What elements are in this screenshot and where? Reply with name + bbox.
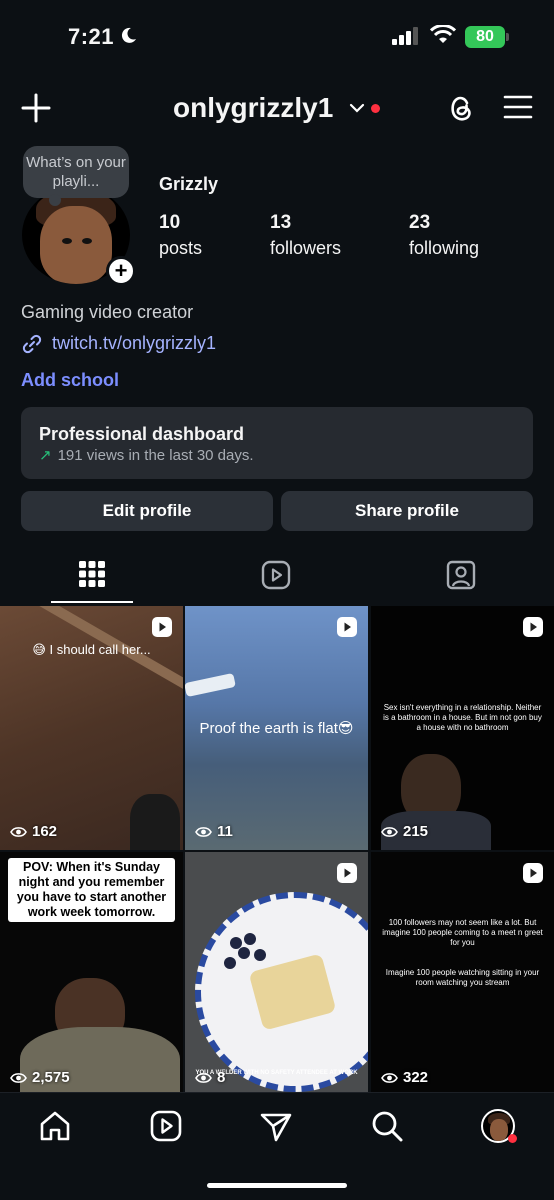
person-thumbnail — [130, 794, 180, 850]
share-profile-button[interactable]: Share profile — [281, 491, 533, 531]
reels-icon — [523, 617, 543, 637]
post-caption-secondary: Imagine 100 people watching sitting in y… — [385, 968, 540, 987]
reels-icon — [152, 617, 172, 637]
link-icon — [22, 334, 42, 354]
view-count-value: 2,575 — [32, 1069, 70, 1086]
dashboard-views-text: 191 views in the last 30 days. — [57, 447, 254, 464]
status-time: 7:21 — [68, 24, 115, 49]
notification-dot — [371, 104, 380, 113]
stat-value: 13 — [270, 212, 292, 233]
grid-post[interactable]: 😅 I should call her... 162 — [0, 606, 183, 850]
trend-up-icon: ↗ — [39, 447, 52, 464]
reels-icon — [261, 560, 291, 590]
grid-post[interactable]: 100 followers may not seem like a lot. B… — [371, 852, 554, 1096]
stat-label: posts — [159, 238, 203, 258]
reels-icon — [337, 617, 357, 637]
eye-icon — [195, 1072, 212, 1083]
profile-tabs — [0, 552, 554, 604]
blueberries — [230, 937, 242, 949]
avatar-eye — [62, 238, 72, 244]
notification-dot — [508, 1134, 517, 1143]
avatar-eye — [82, 238, 92, 244]
post-caption: Proof the earth is flat😎 — [199, 720, 354, 737]
view-count: 322 — [381, 1069, 428, 1086]
stat-followers[interactable]: 13 followers — [270, 212, 341, 259]
status-bar: 7:21 80 — [0, 0, 554, 70]
note-bubble[interactable]: What’s on your playli... — [23, 146, 129, 206]
bottom-navigation — [0, 1092, 554, 1200]
menu-icon[interactable] — [503, 94, 533, 120]
stat-value: 23 — [409, 212, 431, 233]
grid-post[interactable]: YOU A WELDER WITH NO SAFETY ATTENDEE AT … — [185, 852, 368, 1096]
tagged-icon — [446, 560, 476, 590]
view-count-value: 162 — [32, 823, 58, 840]
wifi-icon — [430, 25, 456, 43]
profile-header: onlygrizzly1 — [0, 80, 554, 140]
tab-posts[interactable] — [0, 552, 184, 604]
edit-profile-button[interactable]: Edit profile — [21, 491, 273, 531]
battery-tip — [506, 33, 509, 41]
avatar-face — [40, 206, 112, 284]
chevron-down-icon[interactable] — [349, 102, 365, 114]
eye-icon — [381, 1072, 398, 1083]
add-story-button[interactable]: + — [106, 256, 136, 286]
post-caption: 😅 I should call her... — [32, 642, 151, 657]
professional-dashboard-card[interactable]: Professional dashboard ↗ 191 views in the… — [21, 407, 533, 479]
active-tab-indicator — [51, 601, 133, 603]
grid-post[interactable]: Sex isn't everything in a relationship. … — [371, 606, 554, 850]
reels-icon — [523, 863, 543, 883]
avatar-face — [490, 1119, 508, 1141]
view-count: 11 — [195, 823, 233, 840]
eye-icon — [10, 826, 27, 837]
username-switcher[interactable]: onlygrizzly1 — [173, 92, 333, 124]
grid-post[interactable]: POV: When it's Sunday night and you reme… — [0, 852, 183, 1096]
eye-icon — [381, 826, 398, 837]
view-count-value: 215 — [403, 823, 429, 840]
link-text: twitch.tv/onlygrizzly1 — [52, 333, 217, 353]
bio-text: Gaming video creator — [21, 302, 194, 322]
view-count: 8 — [195, 1069, 225, 1086]
signal-icon — [392, 27, 418, 45]
battery-indicator: 80 — [465, 26, 505, 48]
stat-value: 10 — [159, 212, 181, 233]
home-indicator — [207, 1183, 347, 1188]
threads-icon[interactable] — [446, 92, 476, 124]
stat-following[interactable]: 23 following — [409, 212, 479, 259]
post-caption: POV: When it's Sunday night and you reme… — [8, 858, 175, 922]
stat-posts[interactable]: 10 posts — [159, 212, 202, 259]
view-count: 162 — [10, 823, 57, 840]
reels-icon[interactable] — [149, 1109, 183, 1143]
grid-post[interactable]: Proof the earth is flat😎 11 — [185, 606, 368, 850]
tab-tagged[interactable] — [370, 552, 554, 604]
moon-icon — [121, 27, 136, 43]
stat-label: following — [409, 238, 480, 258]
view-count-value: 8 — [217, 1069, 226, 1086]
add-school-link[interactable]: Add school — [21, 370, 119, 391]
post-caption: Sex isn't everything in a relationship. … — [383, 703, 542, 732]
view-count: 215 — [381, 823, 428, 840]
post-caption: 100 followers may not seem like a lot. B… — [382, 918, 543, 947]
eye-icon — [10, 1072, 27, 1083]
view-count: 2,575 — [10, 1069, 70, 1086]
home-icon[interactable] — [38, 1109, 72, 1143]
reels-icon — [337, 863, 357, 883]
tab-reels[interactable] — [185, 552, 369, 604]
dashboard-subtitle: ↗ 191 views in the last 30 days. — [39, 446, 254, 464]
stat-label: followers — [270, 238, 342, 258]
view-count-value: 11 — [217, 823, 233, 840]
airplane-wing — [185, 672, 236, 698]
eye-icon — [195, 826, 212, 837]
avatar[interactable]: + — [22, 186, 136, 286]
grid-icon — [79, 561, 105, 587]
search-icon[interactable] — [370, 1109, 404, 1143]
posts-grid: 😅 I should call her... 162 Proof the ear… — [0, 606, 554, 1096]
view-count-value: 322 — [403, 1069, 429, 1086]
plus-icon[interactable] — [20, 92, 52, 124]
dashboard-title: Professional dashboard — [39, 424, 245, 444]
send-icon[interactable] — [259, 1109, 293, 1143]
display-name: Grizzly — [159, 174, 219, 194]
